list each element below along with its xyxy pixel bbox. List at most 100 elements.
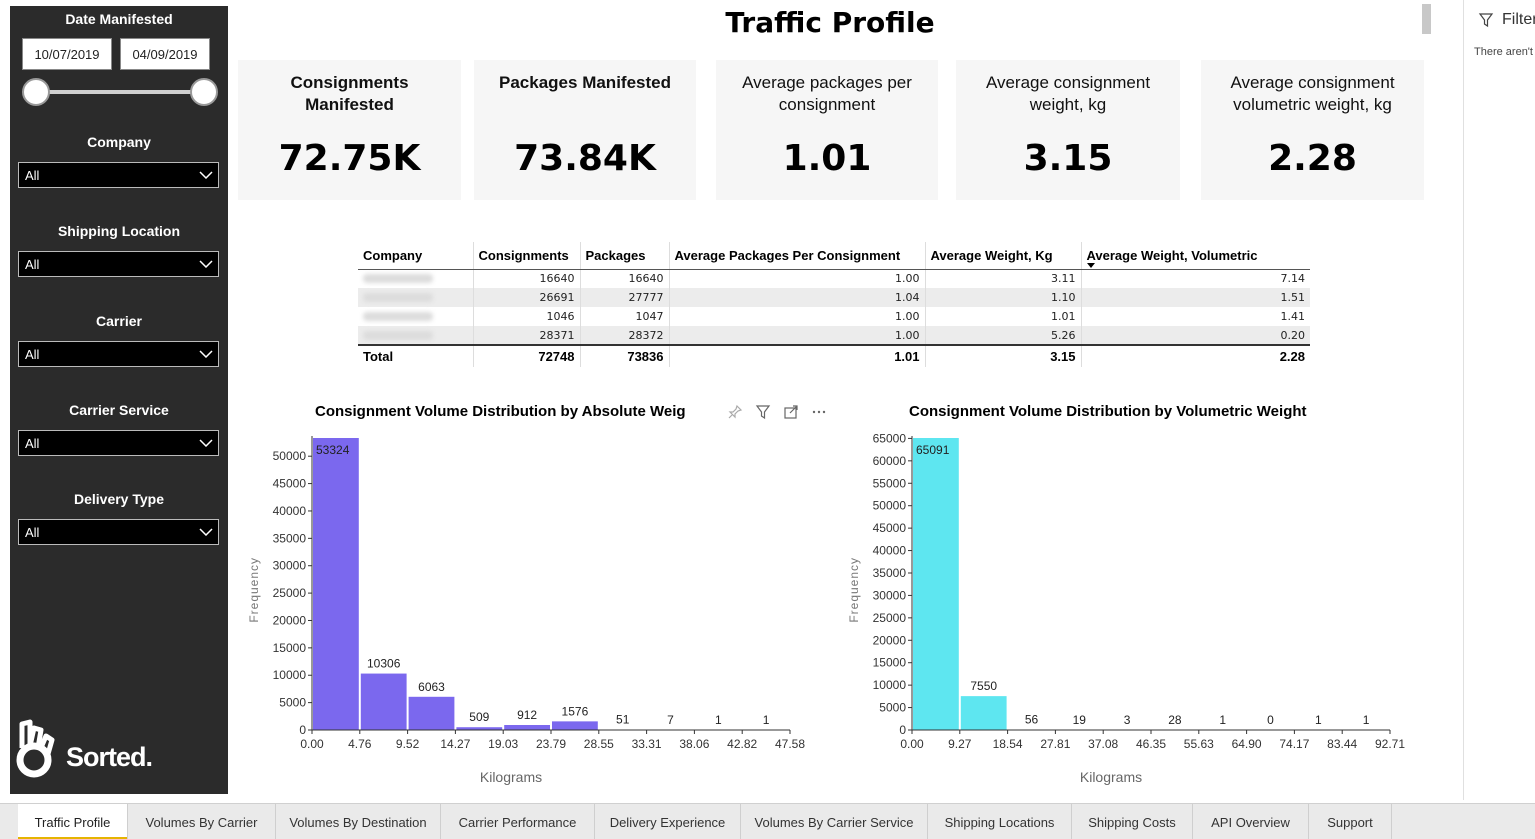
bar-data-label: 7 bbox=[667, 713, 674, 727]
table-cell: 7.14 bbox=[1080, 269, 1310, 288]
date-from-input[interactable]: 10/07/2019 bbox=[22, 38, 112, 70]
tab-traffic-profile[interactable]: Traffic Profile bbox=[18, 804, 128, 839]
focus-mode-icon[interactable] bbox=[782, 403, 800, 421]
tab-api-overview[interactable]: API Overview bbox=[1193, 804, 1309, 839]
filter-pane-message: There aren't bbox=[1474, 46, 1533, 58]
column-header-company[interactable]: Company bbox=[358, 242, 473, 270]
histogram-bar[interactable] bbox=[913, 438, 959, 730]
pin-icon[interactable] bbox=[726, 403, 744, 421]
bar-data-label: 1 bbox=[1315, 713, 1322, 727]
x-tick-label: 47.58 bbox=[775, 737, 805, 751]
column-header-avg-packages[interactable]: Average Packages Per Consignment bbox=[668, 242, 925, 270]
vertical-scrollbar[interactable] bbox=[1422, 4, 1431, 34]
tab-volumes-by-carrier-service[interactable]: Volumes By Carrier Service bbox=[741, 804, 928, 839]
filter-icon[interactable] bbox=[1478, 12, 1494, 33]
histogram-bar[interactable] bbox=[360, 673, 407, 730]
shipping-location-dropdown[interactable]: All bbox=[18, 251, 219, 277]
more-options-icon[interactable] bbox=[810, 403, 828, 421]
table-cell: 5.26 bbox=[924, 326, 1081, 345]
total-cell: 3.15 bbox=[924, 344, 1081, 367]
table-cell: 1.04 bbox=[668, 288, 925, 307]
column-header-avg-weight[interactable]: Average Weight, Kg bbox=[924, 242, 1081, 270]
y-tick-label: 30000 bbox=[873, 588, 907, 602]
y-tick-label: 50000 bbox=[273, 449, 307, 463]
chevron-down-icon bbox=[194, 163, 218, 187]
sorted-logo: Sorted. bbox=[16, 718, 166, 784]
date-range-slider-track[interactable] bbox=[35, 90, 205, 94]
date-to-input[interactable]: 04/09/2019 bbox=[120, 38, 210, 70]
tab-shipping-locations[interactable]: Shipping Locations bbox=[928, 804, 1072, 839]
tab-support[interactable]: Support bbox=[1309, 804, 1392, 839]
x-tick-label: 27.81 bbox=[1040, 737, 1070, 751]
kpi-value: 72.75K bbox=[278, 138, 421, 179]
volumetric-weight-histogram[interactable]: 0 5000 10000 15000 20000 25000 30000 35000 40000… bbox=[840, 426, 1420, 796]
company-dropdown-value: All bbox=[25, 167, 40, 183]
table-cell: 28372 bbox=[579, 326, 669, 345]
tab-shipping-costs[interactable]: Shipping Costs bbox=[1072, 804, 1193, 839]
tab-volumes-by-carrier[interactable]: Volumes By Carrier bbox=[128, 804, 276, 839]
bar-data-label: 1576 bbox=[562, 704, 589, 718]
table-row: 16640 16640 1.00 3.11 7.14 bbox=[358, 269, 1310, 288]
tab-carrier-performance[interactable]: Carrier Performance bbox=[441, 804, 595, 839]
carrier-filter-label: Carrier bbox=[96, 313, 142, 329]
bar-data-label: 912 bbox=[517, 708, 537, 722]
bar-data-label: 3 bbox=[1124, 713, 1131, 727]
date-slider-start-handle[interactable] bbox=[22, 78, 50, 106]
tab-delivery-experience[interactable]: Delivery Experience bbox=[595, 804, 741, 839]
table-cell: 1047 bbox=[579, 307, 669, 326]
filter-pane-title[interactable]: Filter bbox=[1502, 11, 1535, 29]
histogram-bar[interactable] bbox=[313, 438, 359, 730]
kpi-label: Packages Manifested bbox=[499, 73, 671, 92]
histogram-bar[interactable] bbox=[552, 721, 598, 730]
chart-title-volumetric-weight: Consignment Volume Distribution by Volum… bbox=[909, 403, 1307, 420]
y-axis-title: Frequency bbox=[247, 557, 261, 623]
table-cell: 1.00 bbox=[668, 269, 925, 288]
x-tick-label: 37.08 bbox=[1088, 737, 1118, 751]
histogram-bar[interactable] bbox=[408, 696, 455, 730]
bar-data-label: 1 bbox=[763, 713, 770, 727]
column-header-consignments[interactable]: Consignments bbox=[472, 242, 580, 270]
y-tick-label: 0 bbox=[299, 723, 306, 737]
bar-data-label: 19 bbox=[1073, 713, 1087, 727]
table-cell: 1046 bbox=[472, 307, 580, 326]
chevron-down-icon bbox=[194, 342, 218, 366]
filter-icon[interactable] bbox=[754, 403, 772, 421]
redacted-text bbox=[363, 293, 433, 302]
column-header-packages[interactable]: Packages bbox=[579, 242, 669, 270]
delivery-type-dropdown[interactable]: All bbox=[18, 519, 219, 545]
total-cell: 1.01 bbox=[668, 344, 925, 367]
tab-volumes-by-destination[interactable]: Volumes By Destination bbox=[276, 804, 441, 839]
kpi-label: Average consignment weight, kg bbox=[985, 73, 1151, 114]
absolute-weight-histogram[interactable]: 0 5000 10000 15000 20000 25000 30000 35000 40000… bbox=[240, 426, 820, 796]
sort-descending-icon bbox=[1086, 262, 1095, 268]
x-tick-label: 23.79 bbox=[536, 737, 566, 751]
column-header-avg-volumetric[interactable]: Average Weight, Volumetric bbox=[1080, 242, 1310, 270]
carrier-service-dropdown[interactable]: All bbox=[18, 430, 219, 456]
table-cell: 1.41 bbox=[1080, 307, 1310, 326]
chevron-down-icon bbox=[194, 252, 218, 276]
y-tick-label: 40000 bbox=[873, 544, 907, 558]
x-tick-label: 0.00 bbox=[300, 737, 324, 751]
delivery-type-dropdown-value: All bbox=[25, 524, 40, 540]
x-axis-title: Kilograms bbox=[1080, 769, 1142, 785]
table-cell: 1.10 bbox=[924, 288, 1081, 307]
date-slider-end-handle[interactable] bbox=[190, 78, 218, 106]
carrier-dropdown[interactable]: All bbox=[18, 341, 219, 367]
x-tick-label: 42.82 bbox=[727, 737, 757, 751]
bar-data-label: 6063 bbox=[418, 680, 445, 694]
y-tick-label: 35000 bbox=[273, 531, 307, 545]
x-tick-label: 38.06 bbox=[679, 737, 709, 751]
y-tick-label: 5000 bbox=[879, 701, 906, 715]
kpi-label: Consignments Manifested bbox=[290, 73, 409, 114]
company-dropdown[interactable]: All bbox=[18, 162, 219, 188]
total-cell: 72748 bbox=[472, 344, 580, 367]
company-summary-table: Company Consignments Packages Average Pa… bbox=[358, 242, 1310, 367]
x-tick-label: 28.55 bbox=[584, 737, 614, 751]
total-cell: 2.28 bbox=[1080, 344, 1310, 367]
histogram-bar[interactable] bbox=[504, 725, 550, 730]
y-tick-label: 25000 bbox=[873, 611, 907, 625]
carrier-dropdown-value: All bbox=[25, 346, 40, 362]
table-row: 1046 1047 1.00 1.01 1.41 bbox=[358, 307, 1310, 326]
kpi-value: 1.01 bbox=[782, 138, 872, 179]
histogram-bar[interactable] bbox=[960, 696, 1007, 730]
